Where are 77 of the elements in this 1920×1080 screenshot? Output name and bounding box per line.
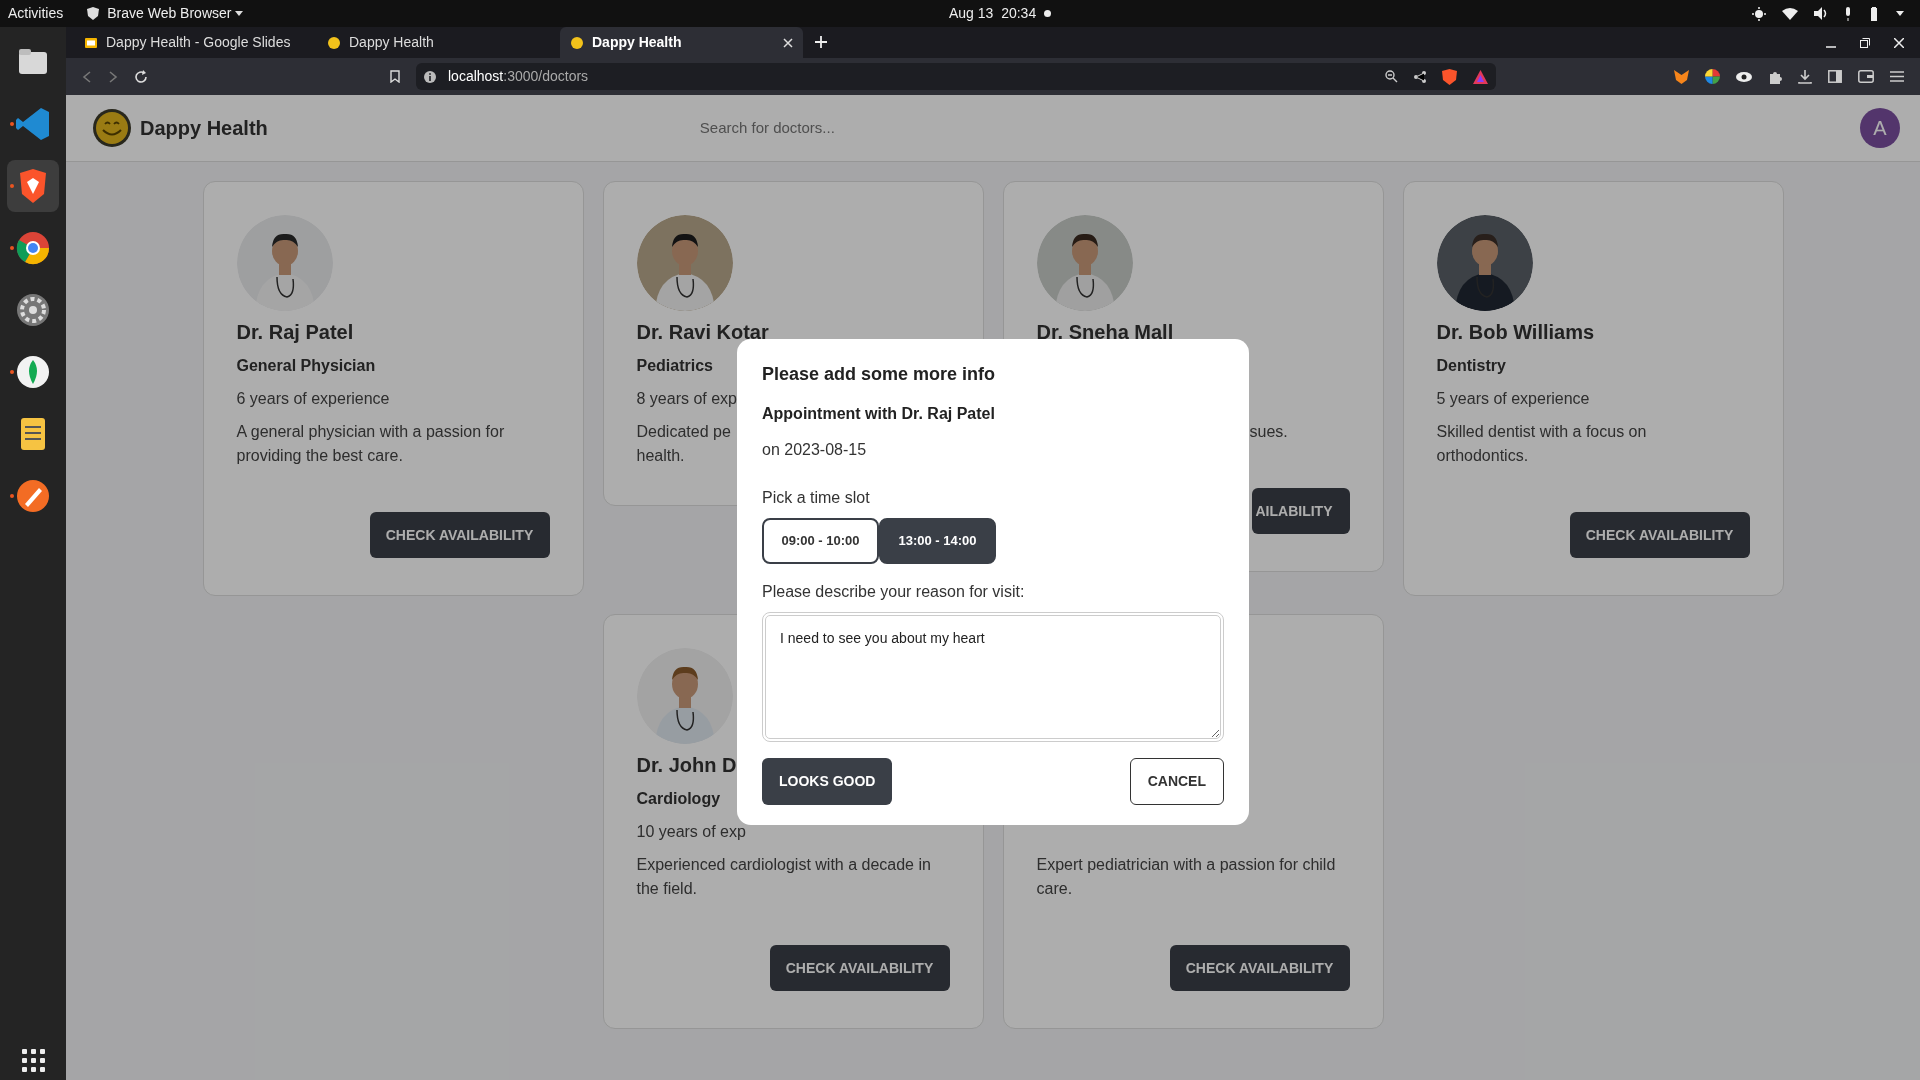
app-menu-label: Brave Web Browser xyxy=(107,4,232,23)
back-icon[interactable] xyxy=(82,70,92,83)
description: Experienced cardiologist with a decade in the field. xyxy=(636,856,931,897)
check-availability-button[interactable]: CHECK AVAILABILITY xyxy=(1169,945,1350,991)
shield-icon xyxy=(87,7,100,20)
browser-tab[interactable]: Dappy Health - Google Slides xyxy=(74,27,317,58)
download-icon[interactable] xyxy=(1798,69,1812,84)
wifi-icon xyxy=(1782,7,1798,20)
specialty: Cardiology xyxy=(636,789,721,809)
appointment-doctor: Appointment with Dr. Raj Patel xyxy=(762,404,996,424)
check-availability-button[interactable]: CHECK AVAILABILITY xyxy=(369,512,550,558)
menu-icon[interactable] xyxy=(1890,71,1904,82)
description: A general physician with a passion for providing the best care. xyxy=(236,423,505,464)
bookmark-icon[interactable] xyxy=(390,70,400,83)
reason-field[interactable]: I need to see you about my heart xyxy=(762,612,1224,742)
close-icon[interactable] xyxy=(1894,37,1904,48)
caret-icon xyxy=(235,11,244,16)
check-availability-button[interactable]: AILABILITY xyxy=(1251,488,1350,534)
eye-mask-icon[interactable] xyxy=(1736,71,1752,82)
zoom-out-icon[interactable] xyxy=(1385,70,1398,83)
slot-label: Pick a time slot xyxy=(762,488,871,508)
browser-tab[interactable]: Dappy Health xyxy=(560,27,803,58)
experience: 10 years of exp xyxy=(636,822,746,842)
appointment-date: on 2023-08-15 xyxy=(762,440,868,460)
slides-icon xyxy=(84,35,98,50)
specialty: General Physician xyxy=(236,356,376,376)
battery-icon xyxy=(1868,6,1880,21)
search-field[interactable]: Search for doctors... xyxy=(697,115,1098,141)
description: sues. xyxy=(1249,423,1288,440)
description: Dedicated pe xyxy=(636,423,731,440)
app-grid-icon[interactable] xyxy=(21,1049,45,1072)
reason-label: Please describe your reason for visit: xyxy=(762,582,1026,602)
brand-name: Dappy Health xyxy=(140,116,268,141)
description: Expert pediatrician with a passion for child care. xyxy=(1036,856,1336,897)
doctor-name: Dr. Raj Patel xyxy=(236,320,354,344)
description: Skilled dentist with a focus on orthodontics. xyxy=(1436,423,1647,464)
sidebar-icon[interactable] xyxy=(1828,70,1842,83)
experience: 6 years of experience xyxy=(236,389,390,409)
experience: 8 years of exp xyxy=(636,389,737,409)
fox-icon[interactable] xyxy=(1674,69,1689,84)
description: health. xyxy=(636,446,685,466)
avatar[interactable]: A xyxy=(1860,108,1900,148)
lion-shield-icon[interactable] xyxy=(1442,68,1457,85)
check-availability-button[interactable]: CHECK AVAILABILITY xyxy=(769,945,950,991)
doctor-name: Dr. Sneha Mall xyxy=(1036,320,1174,344)
smiley-logo-icon xyxy=(92,108,132,148)
modal-title: Please add some more info xyxy=(762,363,997,386)
check-availability-button[interactable]: CHECK AVAILABILITY xyxy=(1569,512,1750,558)
doctor-name: Dr. Bob Williams xyxy=(1436,320,1595,344)
brightness-icon xyxy=(1752,6,1766,21)
colour-wheel-icon[interactable] xyxy=(1705,69,1720,84)
notification-dot-icon xyxy=(1044,10,1052,17)
puzzle-icon[interactable] xyxy=(1768,69,1782,84)
share-icon[interactable] xyxy=(1414,70,1426,83)
time-slot-button[interactable]: 09:00 - 10:00 xyxy=(762,518,879,564)
restore-icon[interactable] xyxy=(1860,37,1870,48)
activities-button[interactable]: Activities xyxy=(8,3,64,24)
caret-icon xyxy=(1896,11,1904,16)
triangle-icon[interactable] xyxy=(1473,69,1488,84)
doctor-name: Dr. John D xyxy=(636,753,737,777)
close-icon[interactable] xyxy=(783,37,793,48)
reload-icon[interactable] xyxy=(134,69,148,84)
experience: 5 years of experience xyxy=(1436,389,1590,409)
browser-tab[interactable]: Dappy Health xyxy=(317,27,560,58)
specialty: Dentistry xyxy=(1436,356,1506,376)
cancel-button[interactable]: CANCEL xyxy=(1129,758,1224,805)
time-slot-button[interactable]: 13:00 - 14:00 xyxy=(879,518,996,564)
plus-icon[interactable] xyxy=(815,36,827,48)
forward-icon[interactable] xyxy=(108,70,118,83)
info-icon xyxy=(424,70,436,83)
specialty: Pediatrics xyxy=(636,356,713,376)
looks-good-button[interactable]: LOOKS GOOD xyxy=(762,758,893,805)
clock[interactable]: Aug 13 20:34 xyxy=(949,3,1037,24)
doctor-name: Dr. Ravi Kotar xyxy=(636,320,769,344)
url-field[interactable]: localhost:3000/doctors xyxy=(448,66,589,87)
volume-icon xyxy=(1814,7,1828,20)
wallet-icon[interactable] xyxy=(1858,70,1874,83)
